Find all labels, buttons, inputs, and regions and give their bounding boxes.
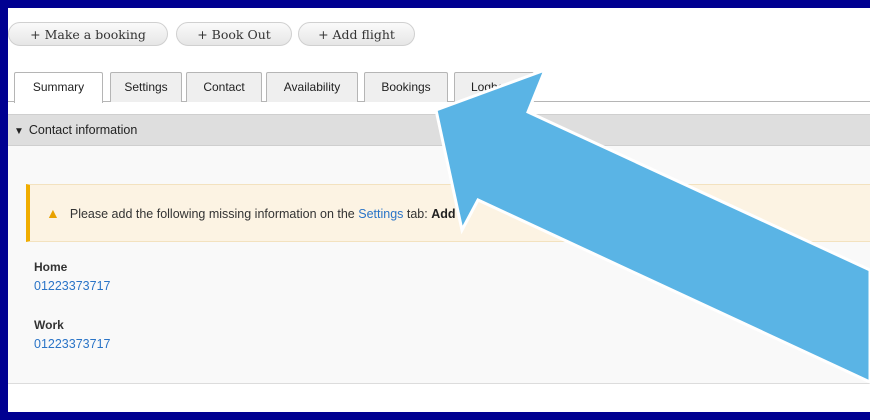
callout-arrow (434, 67, 870, 384)
arrow-shape (434, 67, 870, 384)
